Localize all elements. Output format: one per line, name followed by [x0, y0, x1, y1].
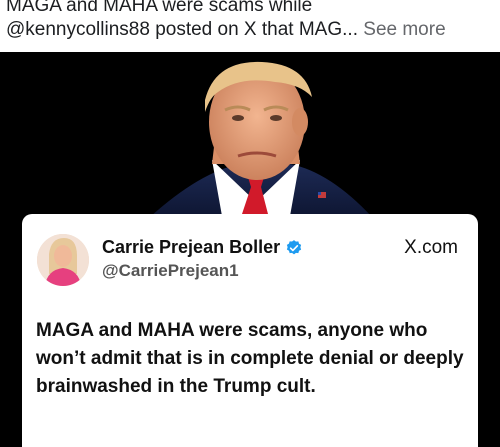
tweet-author-name[interactable]: Carrie Prejean Boller: [102, 237, 303, 258]
author-name-text: Carrie Prejean Boller: [102, 237, 281, 257]
embedded-tweet-card[interactable]: Carrie Prejean Boller @CarriePrejean1 X.…: [22, 214, 478, 447]
caption-text: @kennycollins88 posted on X that MAG: [6, 19, 343, 40]
tweet-text: MAGA and MAHA were scams, anyone who won…: [36, 320, 464, 397]
post-caption: MAGA and MAHA were scams while @kennycol…: [0, 0, 500, 52]
caption-line-2: @kennycollins88 posted on X that MAG... …: [6, 18, 494, 42]
avatar[interactable]: [37, 234, 89, 286]
see-more-link[interactable]: See more: [363, 19, 445, 40]
caption-line-1: MAGA and MAHA were scams while: [6, 0, 313, 16]
caption-ellipsis: ...: [342, 19, 358, 40]
tweet-author-handle[interactable]: @CarriePrejean1: [102, 261, 239, 281]
verified-badge-icon: [286, 239, 302, 254]
source-site-label: X.com: [404, 237, 458, 258]
